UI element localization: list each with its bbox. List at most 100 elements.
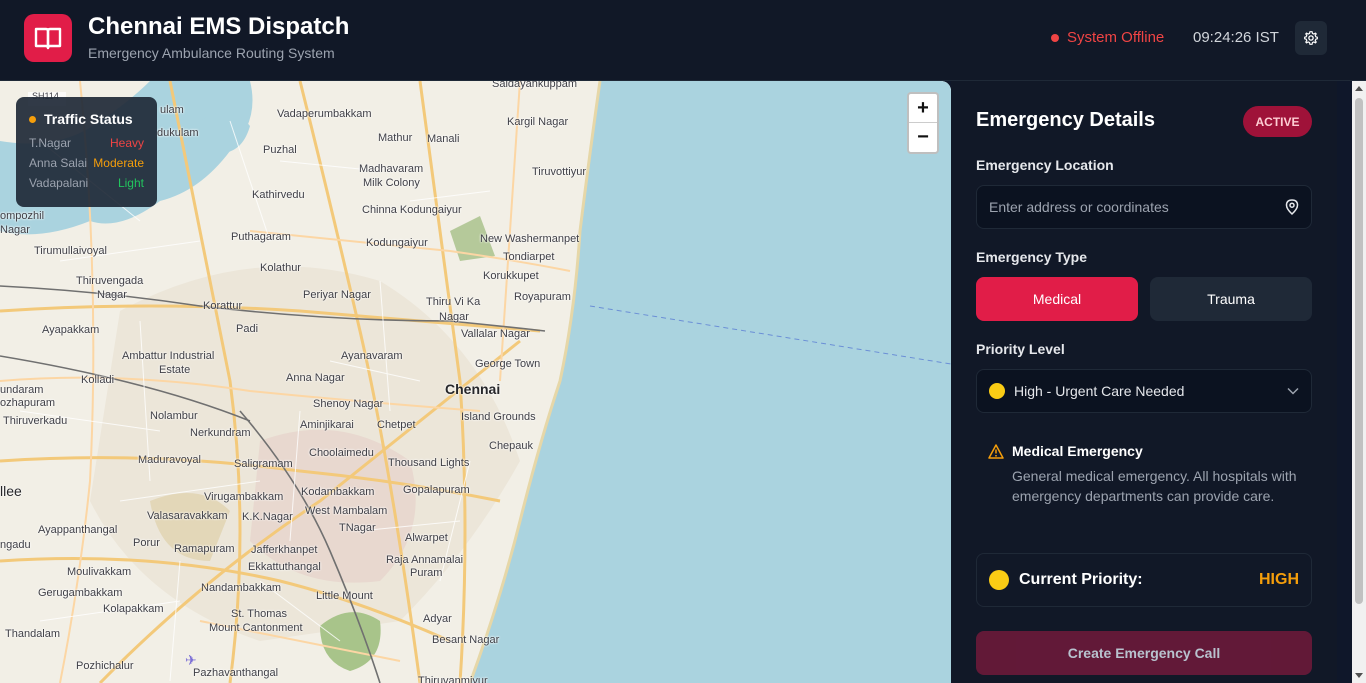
traffic-status-header: Traffic Status [29, 111, 144, 127]
traffic-status-panel: Traffic Status T.Nagar Heavy Anna Salai … [16, 97, 157, 207]
map-label: Aminjikarai [300, 419, 354, 431]
map-label: George Town [475, 358, 541, 370]
app-title: Chennai EMS Dispatch [88, 13, 350, 40]
scroll-down-arrow-icon[interactable] [1355, 673, 1363, 678]
map-label: Mount Cantonment [209, 622, 303, 634]
map-label: Manali [427, 133, 460, 145]
map-label: Ayanavaram [341, 350, 403, 362]
current-priority: Current Priority: HIGH [976, 553, 1312, 607]
priority-label: Priority Level [976, 341, 1065, 357]
status-dot-icon [1051, 33, 1059, 42]
location-label: Emergency Location [976, 157, 1114, 173]
map-label: Puram [410, 567, 443, 579]
map-label: Nagar [97, 289, 127, 301]
medical-type-button[interactable]: Medical [976, 277, 1138, 321]
map-label: Pazhavanthangal [193, 667, 279, 679]
map-label: Alwarpet [405, 532, 448, 544]
map-label: Estate [159, 364, 191, 376]
map-label: Chinna Kodungaiyur [362, 204, 462, 216]
traffic-row: Anna Salai Moderate [29, 156, 144, 176]
priority-selected-value: High - Urgent Care Needed [1014, 383, 1185, 399]
warning-icon [988, 444, 1004, 459]
map-label: Ambattur Industrial [122, 350, 215, 362]
priority-dot-icon [989, 383, 1005, 399]
map-label: Nandambakkam [201, 582, 282, 594]
map-label: llee [0, 483, 22, 499]
info-title: Medical Emergency [1012, 443, 1143, 459]
trauma-type-button[interactable]: Trauma [1150, 277, 1312, 321]
settings-button[interactable] [1295, 21, 1327, 55]
current-priority-dot-icon [989, 570, 1009, 590]
map-label: Vallalar Nagar [461, 328, 530, 340]
map-label: Maduravoyal [138, 454, 201, 466]
chevron-down-icon [1287, 387, 1299, 395]
map-label: Madhavaram [359, 163, 424, 175]
traffic-area: Anna Salai [29, 156, 88, 170]
map-label: Island Grounds [461, 411, 536, 423]
location-input[interactable] [989, 199, 1269, 215]
emergency-info: Medical Emergency General medical emerge… [976, 431, 1312, 531]
map-label: Tirumullaivoyal [34, 245, 107, 257]
map-label: Thiruvengada [76, 275, 144, 287]
current-priority-value: HIGH [1259, 571, 1299, 588]
map-label: Kodambakkam [301, 486, 375, 498]
zoom-in-button[interactable]: + [909, 94, 937, 123]
map-label: Chepauk [489, 440, 534, 452]
map-label: Kargil Nagar [507, 116, 569, 128]
map-label: Kolladi [81, 374, 115, 386]
map-label: Jafferkhanpet [251, 544, 318, 556]
map-label: dukulam [157, 127, 199, 139]
map-label: Thandalam [5, 628, 61, 640]
clock: 09:24:26 IST [1193, 29, 1279, 46]
map-label: Chetpet [377, 419, 416, 431]
map-label: ulam [160, 104, 184, 116]
status-badge: ACTIVE [1243, 106, 1312, 137]
map-label: Kolathur [260, 262, 301, 274]
map-label: Virugambakkam [204, 491, 284, 503]
map-view[interactable]: ✈ Saidayankuppam Vadaperumbakkam Kargil … [0, 81, 951, 683]
map-label: ngadu [0, 539, 31, 551]
traffic-row: T.Nagar Heavy [29, 136, 144, 156]
map-label: Padi [236, 323, 259, 335]
map-label: Nolambur [150, 410, 198, 422]
traffic-level: Heavy [109, 136, 144, 150]
zoom-out-button[interactable]: − [909, 123, 937, 152]
map-label: Shenoy Nagar [313, 398, 384, 410]
scroll-up-arrow-icon[interactable] [1355, 86, 1363, 91]
create-emergency-button[interactable]: Create Emergency Call [976, 631, 1312, 675]
map-label: Choolaimedu [309, 447, 374, 459]
map-label: ompozhil [0, 210, 45, 222]
map-label: Korattur [203, 300, 243, 312]
scroll-thumb[interactable] [1355, 98, 1363, 604]
traffic-status-title: Traffic Status [44, 111, 133, 127]
app-header: Chennai EMS Dispatch Emergency Ambulance… [0, 0, 1366, 81]
zoom-control: + − [907, 92, 939, 154]
traffic-area: Vadapalani [29, 176, 89, 190]
map-label: Pozhichalur [76, 660, 134, 672]
map-label: TNagar [339, 522, 376, 534]
map-label: Tondiarpet [503, 251, 555, 263]
map-label: Royapuram [514, 291, 571, 303]
map-label: Kathirvedu [252, 189, 305, 201]
priority-select[interactable]: High - Urgent Care Needed [976, 369, 1312, 413]
map-label: undaram [0, 384, 44, 396]
map-label: K.K.Nagar [242, 511, 293, 523]
map-label: Ramapuram [174, 543, 235, 555]
scrollbar[interactable] [1352, 81, 1366, 683]
map-label: Thiruvanmiyur [418, 675, 488, 683]
map-label: New Washermanpet [480, 233, 580, 245]
map-pin-icon[interactable] [1285, 199, 1299, 215]
map-label: Milk Colony [363, 177, 420, 189]
map-label: Vadaperumbakkam [277, 108, 372, 120]
gear-icon [1304, 31, 1318, 45]
map-label: Saidayankuppam [492, 81, 578, 90]
current-priority-label: Current Priority: [1019, 571, 1143, 588]
map-label: Ekkattuthangal [248, 561, 321, 573]
map-label: Kodungaiyur [366, 237, 428, 249]
map-label: Thousand Lights [388, 457, 470, 469]
traffic-indicator-icon [29, 115, 36, 123]
map-label: Korukkupet [483, 270, 539, 282]
traffic-row: Vadapalani Light [29, 176, 144, 196]
map-label: Nerkundram [190, 427, 251, 439]
map-label: Mathur [378, 132, 413, 144]
